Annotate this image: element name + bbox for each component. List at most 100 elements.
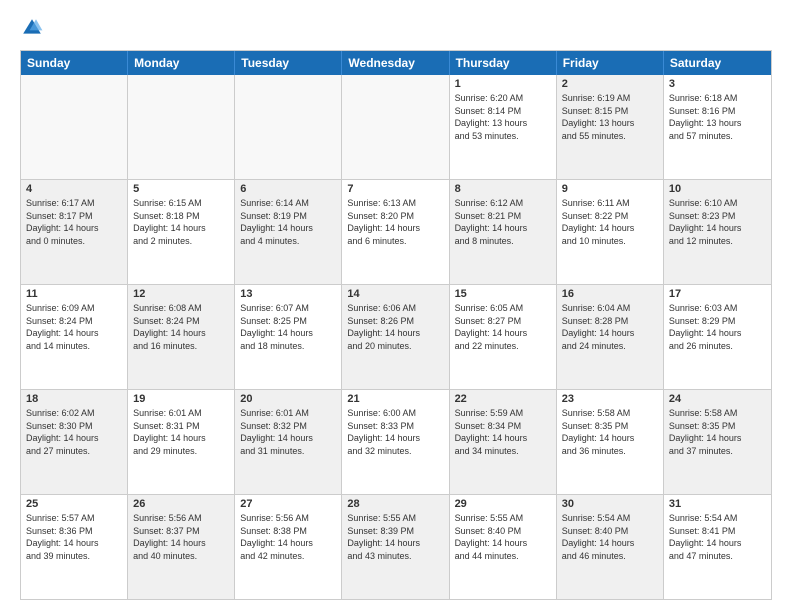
calendar-row-1: 1 Sunrise: 6:20 AMSunset: 8:14 PMDaylight… — [21, 75, 771, 180]
cell-info: Sunrise: 6:01 AMSunset: 8:32 PMDaylight:… — [240, 407, 336, 457]
day-number: 1 — [455, 78, 551, 90]
calendar-cell-1-3 — [235, 75, 342, 179]
day-number: 31 — [669, 498, 766, 510]
cell-info: Sunrise: 6:15 AMSunset: 8:18 PMDaylight:… — [133, 197, 229, 247]
day-number: 28 — [347, 498, 443, 510]
calendar: SundayMondayTuesdayWednesdayThursdayFrid… — [20, 50, 772, 600]
calendar-cell-2-2: 5 Sunrise: 6:15 AMSunset: 8:18 PMDaylight… — [128, 180, 235, 284]
header-day-sunday: Sunday — [21, 51, 128, 75]
day-number: 3 — [669, 78, 766, 90]
calendar-cell-3-2: 12 Sunrise: 6:08 AMSunset: 8:24 PMDayligh… — [128, 285, 235, 389]
day-number: 12 — [133, 288, 229, 300]
day-number: 20 — [240, 393, 336, 405]
calendar-cell-3-3: 13Sunrise: 6:07 AMSunset: 8:25 PMDayligh… — [235, 285, 342, 389]
calendar-cell-4-7: 24 Sunrise: 5:58 AMSunset: 8:35 PMDayligh… — [664, 390, 771, 494]
cell-info: Sunrise: 5:56 AMSunset: 8:37 PMDaylight:… — [133, 512, 229, 562]
calendar-cell-4-6: 23 Sunrise: 5:58 AMSunset: 8:35 PMDayligh… — [557, 390, 664, 494]
calendar-cell-1-5: 1 Sunrise: 6:20 AMSunset: 8:14 PMDaylight… — [450, 75, 557, 179]
calendar-cell-2-4: 7 Sunrise: 6:13 AMSunset: 8:20 PMDaylight… — [342, 180, 449, 284]
page-header — [20, 16, 772, 40]
logo — [20, 16, 48, 40]
day-number: 7 — [347, 183, 443, 195]
calendar-cell-5-1: 25 Sunrise: 5:57 AMSunset: 8:36 PMDayligh… — [21, 495, 128, 599]
day-number: 2 — [562, 78, 658, 90]
day-number: 24 — [669, 393, 766, 405]
calendar-body: 1 Sunrise: 6:20 AMSunset: 8:14 PMDaylight… — [21, 75, 771, 599]
cell-info: Sunrise: 6:12 AMSunset: 8:21 PMDaylight:… — [455, 197, 551, 247]
cell-info: Sunrise: 6:07 AMSunset: 8:25 PMDaylight:… — [240, 302, 336, 352]
calendar-cell-1-4 — [342, 75, 449, 179]
logo-icon — [20, 16, 44, 40]
calendar-cell-5-2: 26 Sunrise: 5:56 AMSunset: 8:37 PMDayligh… — [128, 495, 235, 599]
day-number: 23 — [562, 393, 658, 405]
day-number: 27 — [240, 498, 336, 510]
day-number: 15 — [455, 288, 551, 300]
day-number: 16 — [562, 288, 658, 300]
day-number: 8 — [455, 183, 551, 195]
cell-info: Sunrise: 5:58 AMSunset: 8:35 PMDaylight:… — [669, 407, 766, 457]
day-number: 30 — [562, 498, 658, 510]
cell-info: Sunrise: 6:04 AMSunset: 8:28 PMDaylight:… — [562, 302, 658, 352]
calendar-cell-4-1: 18Sunrise: 6:02 AMSunset: 8:30 PMDayligh… — [21, 390, 128, 494]
cell-info: Sunrise: 5:54 AMSunset: 8:41 PMDaylight:… — [669, 512, 766, 562]
calendar-cell-1-7: 3 Sunrise: 6:18 AMSunset: 8:16 PMDaylight… — [664, 75, 771, 179]
calendar-row-5: 25 Sunrise: 5:57 AMSunset: 8:36 PMDayligh… — [21, 495, 771, 599]
cell-info: Sunrise: 6:13 AMSunset: 8:20 PMDaylight:… — [347, 197, 443, 247]
calendar-cell-2-1: 4 Sunrise: 6:17 AMSunset: 8:17 PMDaylight… — [21, 180, 128, 284]
calendar-cell-3-6: 16 Sunrise: 6:04 AMSunset: 8:28 PMDayligh… — [557, 285, 664, 389]
calendar-cell-1-1 — [21, 75, 128, 179]
calendar-cell-3-5: 15 Sunrise: 6:05 AMSunset: 8:27 PMDayligh… — [450, 285, 557, 389]
day-number: 19 — [133, 393, 229, 405]
cell-info: Sunrise: 6:19 AMSunset: 8:15 PMDaylight:… — [562, 92, 658, 142]
day-number: 14 — [347, 288, 443, 300]
calendar-row-4: 18Sunrise: 6:02 AMSunset: 8:30 PMDayligh… — [21, 390, 771, 495]
day-number: 4 — [26, 183, 122, 195]
calendar-cell-2-5: 8 Sunrise: 6:12 AMSunset: 8:21 PMDaylight… — [450, 180, 557, 284]
cell-info: Sunrise: 5:57 AMSunset: 8:36 PMDaylight:… — [26, 512, 122, 562]
cell-info: Sunrise: 6:17 AMSunset: 8:17 PMDaylight:… — [26, 197, 122, 247]
cell-info: Sunrise: 6:10 AMSunset: 8:23 PMDaylight:… — [669, 197, 766, 247]
cell-info: Sunrise: 6:02 AMSunset: 8:30 PMDaylight:… — [26, 407, 122, 457]
cell-info: Sunrise: 6:08 AMSunset: 8:24 PMDaylight:… — [133, 302, 229, 352]
day-number: 10 — [669, 183, 766, 195]
day-number: 5 — [133, 183, 229, 195]
calendar-cell-4-3: 20 Sunrise: 6:01 AMSunset: 8:32 PMDayligh… — [235, 390, 342, 494]
calendar-cell-1-6: 2 Sunrise: 6:19 AMSunset: 8:15 PMDaylight… — [557, 75, 664, 179]
cell-info: Sunrise: 5:58 AMSunset: 8:35 PMDaylight:… — [562, 407, 658, 457]
calendar-cell-2-6: 9Sunrise: 6:11 AMSunset: 8:22 PMDaylight… — [557, 180, 664, 284]
cell-info: Sunrise: 5:55 AMSunset: 8:39 PMDaylight:… — [347, 512, 443, 562]
calendar-cell-5-6: 30 Sunrise: 5:54 AMSunset: 8:40 PMDayligh… — [557, 495, 664, 599]
day-number: 29 — [455, 498, 551, 510]
calendar-cell-5-4: 28 Sunrise: 5:55 AMSunset: 8:39 PMDayligh… — [342, 495, 449, 599]
cell-info: Sunrise: 5:55 AMSunset: 8:40 PMDaylight:… — [455, 512, 551, 562]
cell-info: Sunrise: 6:06 AMSunset: 8:26 PMDaylight:… — [347, 302, 443, 352]
cell-info: Sunrise: 6:01 AMSunset: 8:31 PMDaylight:… — [133, 407, 229, 457]
cell-info: Sunrise: 6:18 AMSunset: 8:16 PMDaylight:… — [669, 92, 766, 142]
calendar-cell-5-3: 27 Sunrise: 5:56 AMSunset: 8:38 PMDayligh… — [235, 495, 342, 599]
cell-info: Sunrise: 6:00 AMSunset: 8:33 PMDaylight:… — [347, 407, 443, 457]
cell-info: Sunrise: 6:03 AMSunset: 8:29 PMDaylight:… — [669, 302, 766, 352]
header-day-thursday: Thursday — [450, 51, 557, 75]
day-number: 25 — [26, 498, 122, 510]
cell-info: Sunrise: 6:11 AMSunset: 8:22 PMDaylight:… — [562, 197, 658, 247]
calendar-header: SundayMondayTuesdayWednesdayThursdayFrid… — [21, 51, 771, 75]
day-number: 11 — [26, 288, 122, 300]
day-number: 17 — [669, 288, 766, 300]
cell-info: Sunrise: 5:56 AMSunset: 8:38 PMDaylight:… — [240, 512, 336, 562]
calendar-cell-2-3: 6Sunrise: 6:14 AMSunset: 8:19 PMDaylight… — [235, 180, 342, 284]
calendar-cell-2-7: 10 Sunrise: 6:10 AMSunset: 8:23 PMDayligh… — [664, 180, 771, 284]
cell-info: Sunrise: 6:20 AMSunset: 8:14 PMDaylight:… — [455, 92, 551, 142]
calendar-cell-3-4: 14 Sunrise: 6:06 AMSunset: 8:26 PMDayligh… — [342, 285, 449, 389]
calendar-cell-3-7: 17 Sunrise: 6:03 AMSunset: 8:29 PMDayligh… — [664, 285, 771, 389]
day-number: 22 — [455, 393, 551, 405]
calendar-cell-4-4: 21Sunrise: 6:00 AMSunset: 8:33 PMDayligh… — [342, 390, 449, 494]
header-day-wednesday: Wednesday — [342, 51, 449, 75]
cell-info: Sunrise: 5:54 AMSunset: 8:40 PMDaylight:… — [562, 512, 658, 562]
header-day-friday: Friday — [557, 51, 664, 75]
day-number: 26 — [133, 498, 229, 510]
calendar-cell-3-1: 11Sunrise: 6:09 AMSunset: 8:24 PMDayligh… — [21, 285, 128, 389]
header-day-tuesday: Tuesday — [235, 51, 342, 75]
calendar-cell-4-2: 19 Sunrise: 6:01 AMSunset: 8:31 PMDayligh… — [128, 390, 235, 494]
cell-info: Sunrise: 6:05 AMSunset: 8:27 PMDaylight:… — [455, 302, 551, 352]
calendar-cell-5-7: 31 Sunrise: 5:54 AMSunset: 8:41 PMDayligh… — [664, 495, 771, 599]
